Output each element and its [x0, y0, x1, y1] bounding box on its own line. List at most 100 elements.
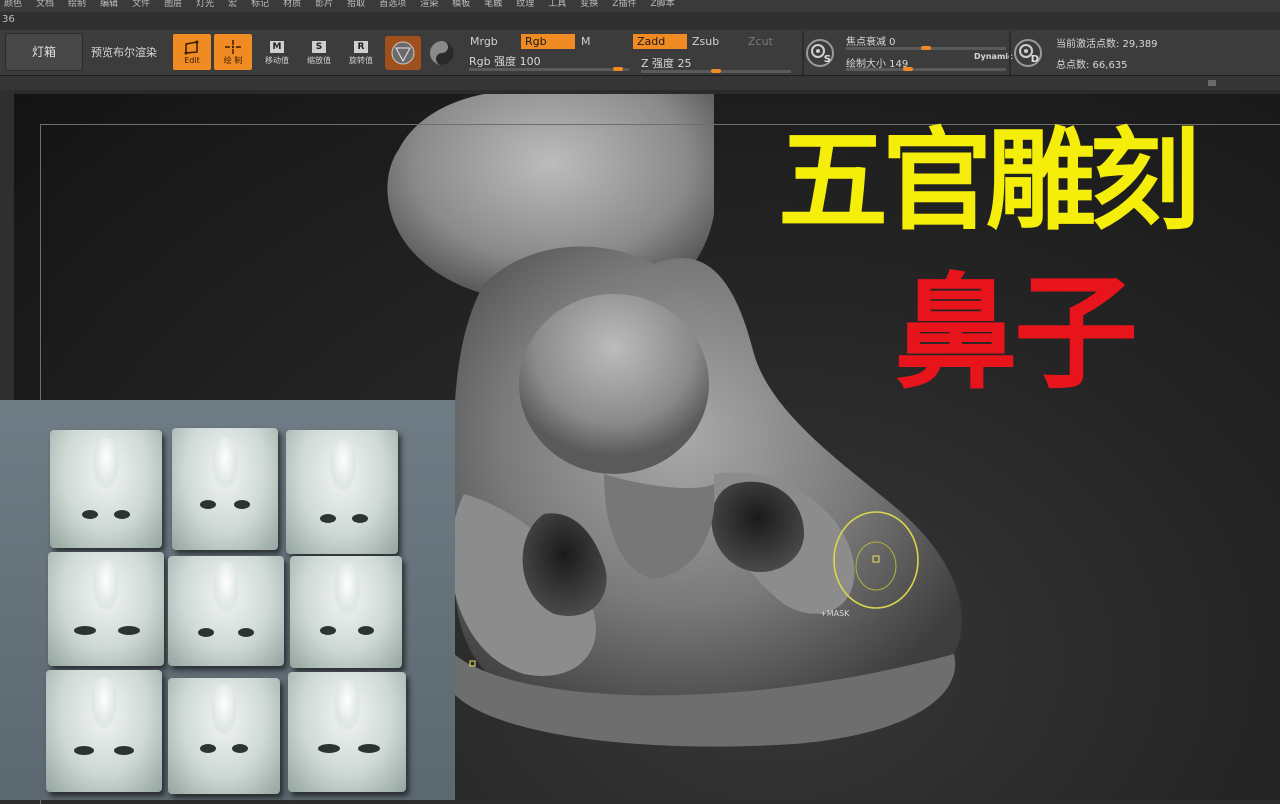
nose-tile — [46, 670, 162, 792]
edit-icon — [184, 40, 199, 54]
reference-image — [0, 400, 455, 800]
nostril — [200, 500, 216, 509]
nose-ridge — [213, 562, 239, 612]
top-toolbar: 灯箱 预览布尔渲染 Edit 绘 制 M 移动值 S 缩放值 R 旋转值 Mrg… — [0, 30, 1280, 76]
title-strip: 36 — [0, 12, 1280, 30]
move-label: 移动值 — [265, 55, 289, 65]
toolbar-divider — [1009, 31, 1011, 75]
menu-item[interactable]: 文件 — [132, 0, 150, 12]
nose-tile — [286, 430, 398, 554]
nostril — [234, 500, 250, 509]
menu-item[interactable]: 渲染 — [420, 0, 438, 12]
title-strip-text: 36 — [2, 14, 15, 25]
menu-item[interactable]: 绘制 — [68, 0, 86, 12]
menu-item[interactable]: 拾取 — [347, 0, 365, 12]
rgb-intensity-slider[interactable] — [469, 68, 629, 71]
menu-item[interactable]: 影片 — [315, 0, 333, 12]
menu-item[interactable]: 图层 — [164, 0, 182, 12]
nostril — [114, 746, 134, 755]
menu-item[interactable]: 颜色 — [4, 0, 22, 12]
d-letter: D — [1030, 54, 1039, 65]
draw-button[interactable]: 绘 制 — [214, 34, 252, 70]
zsub-toggle[interactable]: Zsub — [688, 34, 742, 49]
rotate-button[interactable]: R 旋转值 — [344, 36, 378, 70]
move-icon: M — [270, 40, 284, 53]
menu-item[interactable]: 材质 — [283, 0, 301, 12]
scale-label: 缩放值 — [307, 55, 331, 65]
nose-ridge — [330, 440, 356, 490]
nostril — [114, 510, 130, 519]
nostril — [318, 744, 340, 753]
nose-ridge — [212, 438, 238, 488]
nostril — [200, 744, 216, 753]
mrgb-toggle[interactable]: Mrgb — [466, 34, 516, 49]
material-sphere-icon — [391, 41, 415, 65]
menu-item[interactable]: 模板 — [452, 0, 470, 12]
z-intensity-label: Z 强度 25 — [641, 57, 692, 70]
yin-yang-icon — [430, 41, 454, 65]
menu-item[interactable]: 笔触 — [484, 0, 502, 12]
m-toggle[interactable]: M — [577, 34, 627, 49]
nose-tile — [168, 556, 284, 666]
nostril — [320, 514, 336, 523]
scale-button[interactable]: S 缩放值 — [302, 36, 336, 70]
menu-item[interactable]: 首选项 — [379, 0, 406, 12]
rgb-intensity-knob[interactable] — [613, 67, 623, 71]
nose-ridge — [93, 438, 119, 488]
overlay-title-line1: 五官雕刻 — [778, 117, 1200, 245]
nostril — [352, 514, 368, 523]
menu-item[interactable]: 标记 — [251, 0, 269, 12]
nose-ridge — [211, 684, 237, 734]
menu-item[interactable]: 文档 — [36, 0, 54, 12]
z-intensity-knob[interactable] — [711, 69, 721, 73]
nostril — [198, 628, 214, 637]
menu-item[interactable]: 纹理 — [516, 0, 534, 12]
draw-size-knob[interactable] — [903, 67, 913, 71]
dynamesh-d-button[interactable]: D — [1014, 39, 1042, 67]
nose-ridge — [334, 564, 360, 614]
s-letter: S — [823, 54, 831, 65]
zadd-toggle[interactable]: Zadd — [633, 34, 687, 49]
edit-button[interactable]: Edit — [173, 34, 211, 70]
draw-icon — [225, 39, 241, 54]
menu-item[interactable]: 变换 — [580, 0, 598, 12]
overlay-title-line2: 鼻子 — [894, 262, 1138, 406]
draw-size-slider[interactable] — [846, 68, 1006, 71]
menu-item[interactable]: 宏 — [228, 0, 237, 12]
nose-tile — [48, 552, 164, 666]
sculptris-s-button[interactable]: S — [806, 39, 834, 67]
nose-ridge — [93, 560, 119, 610]
active-points-readout: 当前激活点数: 29,389 — [1056, 39, 1158, 50]
texture-button[interactable] — [428, 39, 456, 67]
draw-label: 绘 制 — [223, 55, 243, 65]
nose-tile — [172, 428, 278, 550]
focal-shift-knob[interactable] — [921, 46, 931, 50]
material-button[interactable] — [385, 36, 421, 70]
rgb-intensity-label: Rgb 强度 100 — [469, 55, 541, 68]
menu-item[interactable]: 编辑 — [100, 0, 118, 12]
nostril — [82, 510, 98, 519]
nose-tile — [50, 430, 162, 548]
dynamic-toggle[interactable]: Dynamic — [974, 52, 1013, 61]
move-button[interactable]: M 移动值 — [260, 36, 294, 70]
tray-scroll-handle[interactable] — [1208, 80, 1216, 86]
toolbar-sub-strip — [0, 76, 1280, 90]
nose-tile — [168, 678, 280, 794]
menu-item[interactable]: 工具 — [548, 0, 566, 12]
rotate-icon: R — [354, 40, 368, 53]
nose-ridge — [334, 680, 360, 730]
bpr-button[interactable]: 预览布尔渲染 — [91, 44, 157, 60]
menu-item[interactable]: Z脚本 — [650, 0, 674, 12]
nostril — [118, 626, 140, 635]
menu-bar: 颜色 文档 绘制 编辑 文件 图层 灯光 宏 标记 材质 影片 拾取 首选项 渲染 模板 笔触 纹理 工具 变换 Z插… — [0, 0, 1280, 12]
toolbar-divider — [802, 31, 804, 75]
nose-ridge — [91, 678, 117, 728]
nostril — [238, 628, 254, 637]
rgb-toggle[interactable]: Rgb — [521, 34, 575, 49]
rotate-label: 旋转值 — [349, 55, 373, 65]
menu-item[interactable]: Z插件 — [612, 0, 636, 12]
zcut-toggle[interactable]: Zcut — [744, 34, 794, 49]
lightbox-button[interactable]: 灯箱 — [5, 33, 83, 71]
menu-item[interactable]: 灯光 — [196, 0, 214, 12]
nostril — [358, 626, 374, 635]
